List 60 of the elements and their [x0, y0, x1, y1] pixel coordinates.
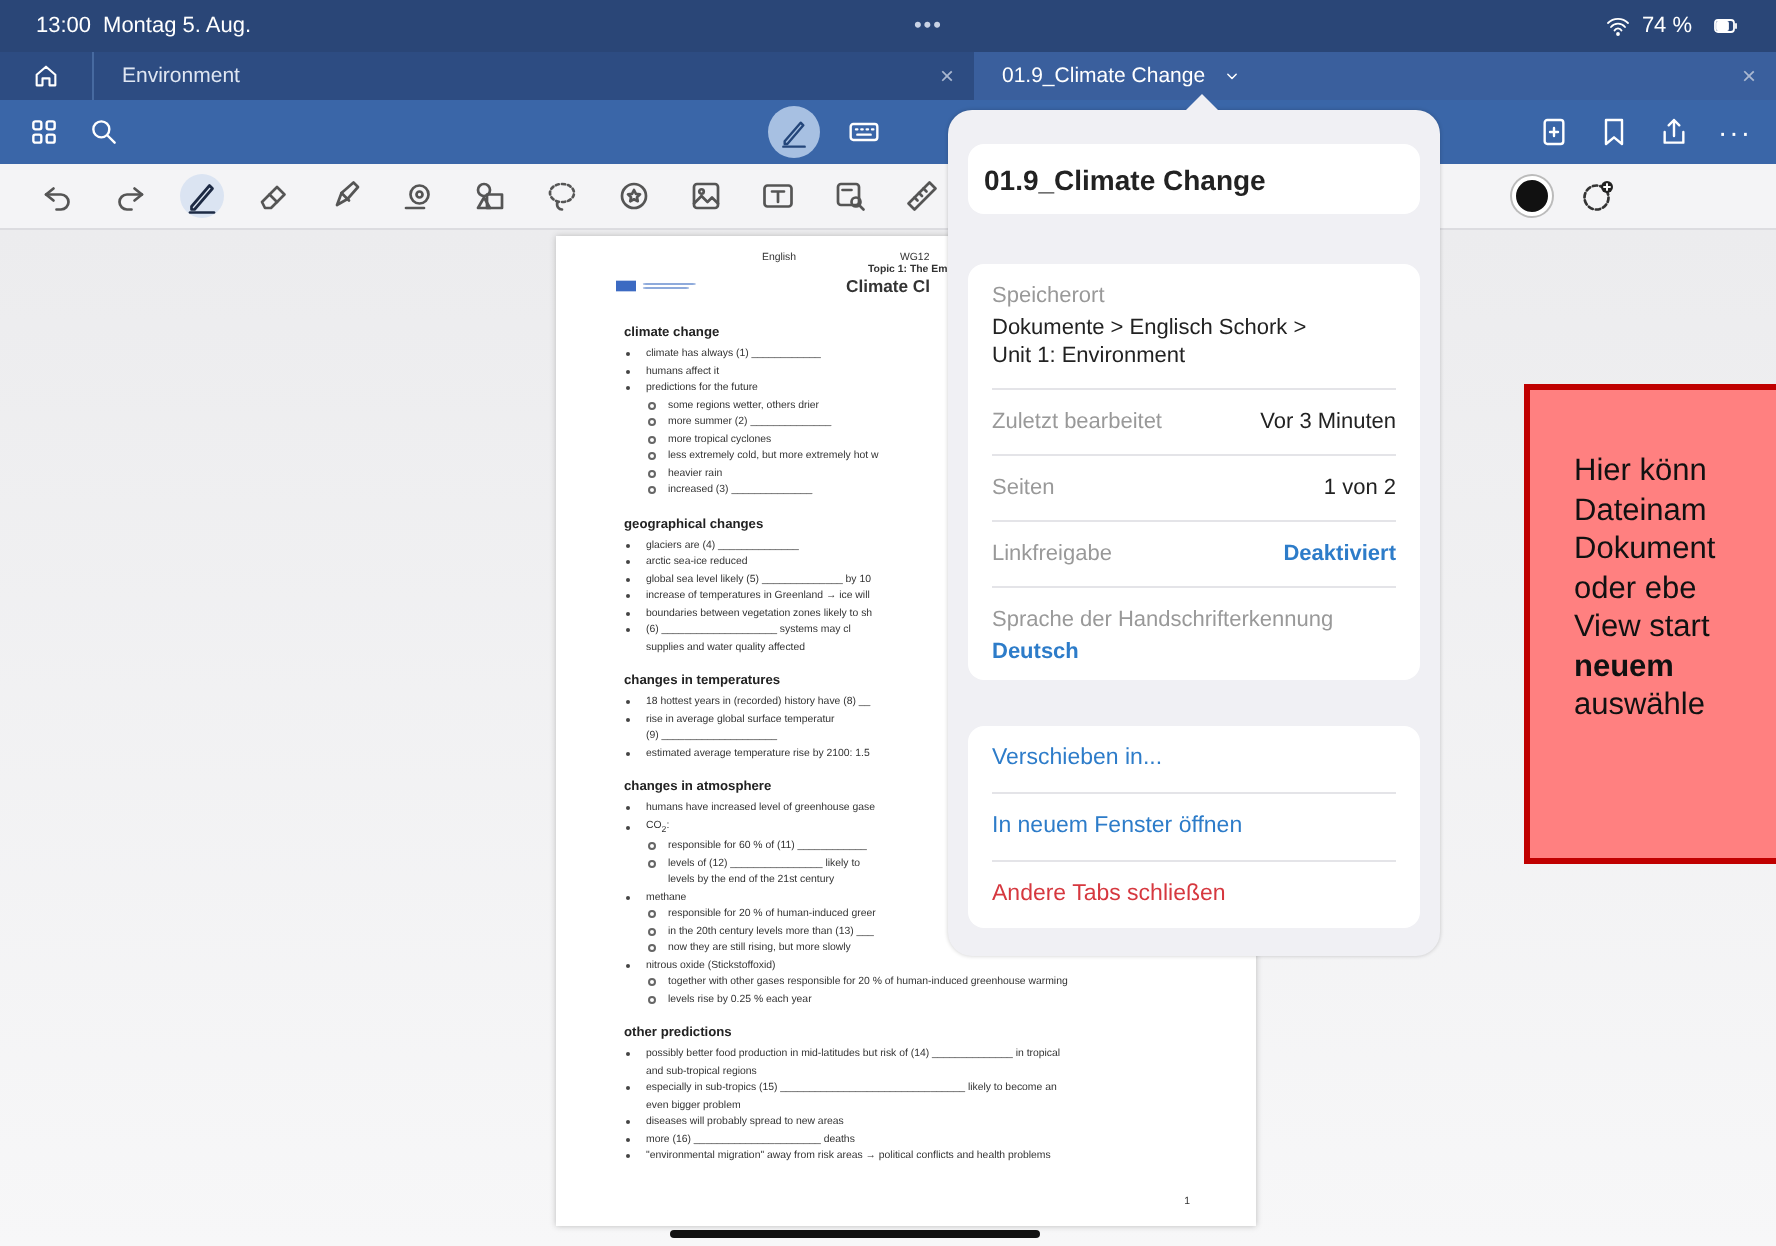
pen-icon[interactable] — [184, 178, 220, 214]
menu-action[interactable]: Andere Tabs schließen — [992, 861, 1396, 928]
circle-bullet-icon — [648, 418, 656, 427]
multitask-dots: ••• — [913, 14, 944, 38]
circle-bullet-icon — [648, 995, 656, 1004]
field-value: 1 von 2 — [1323, 475, 1396, 500]
text-box-icon[interactable] — [760, 178, 796, 214]
pen-color-swatch[interactable] — [1512, 176, 1552, 216]
field-label: Linkfreigabe — [992, 541, 1112, 566]
shapes-icon[interactable] — [472, 178, 508, 214]
ruler-icon[interactable] — [904, 178, 940, 214]
school-logo-icon — [616, 278, 696, 294]
tape-icon[interactable] — [400, 178, 436, 214]
tab-close-button[interactable]: × — [939, 62, 954, 90]
location-path: Dokumente > Englisch Schork > Unit 1: Environment — [992, 314, 1309, 372]
field-value[interactable]: Deaktiviert — [1283, 541, 1396, 566]
picture-magnifier-icon[interactable] — [832, 178, 868, 214]
lasso-icon[interactable] — [544, 178, 580, 214]
field-label: Speicherort — [992, 284, 1107, 308]
tab-label: Environment — [122, 64, 242, 88]
file-name-field[interactable]: 01.9_Climate Change — [968, 144, 1420, 214]
tab-close-button[interactable]: × — [1741, 62, 1756, 90]
circle-bullet-icon — [648, 910, 656, 919]
document-title: Climate Cl — [846, 276, 931, 296]
circle-bullet-icon — [648, 927, 656, 936]
document-tab[interactable]: 01.9_Climate Change × — [974, 52, 1776, 100]
wifi-icon — [1605, 14, 1630, 38]
home-icon[interactable] — [32, 62, 60, 90]
circle-bullet-icon — [648, 435, 656, 444]
more-button[interactable]: ··· — [1718, 116, 1752, 148]
circle-bullet-icon — [648, 944, 656, 953]
grid-icon[interactable] — [28, 116, 60, 148]
star-sticker-icon[interactable] — [616, 178, 652, 214]
search-icon[interactable] — [88, 116, 120, 148]
circle-bullet-icon — [648, 978, 656, 987]
circle-bullet-icon — [648, 469, 656, 478]
circle-bullet-icon — [648, 486, 656, 495]
field-value: Vor 3 Minuten — [1260, 409, 1396, 434]
field-label: Sprache der Handschrifterkennung — [992, 607, 1336, 632]
add-color-icon[interactable] — [1580, 178, 1616, 214]
circle-bullet-icon — [648, 401, 656, 410]
pen-icon — [778, 116, 810, 148]
battery-percentage: 74 % — [1641, 14, 1693, 38]
status-date: Montag 5. Aug. — [103, 14, 252, 38]
circle-bullet-icon — [648, 859, 656, 868]
image-icon[interactable] — [688, 178, 724, 214]
status-time: 13:00 — [36, 14, 92, 38]
circle-bullet-icon — [648, 842, 656, 851]
document-tab[interactable]: Environment × — [94, 52, 974, 100]
pen-mode-button[interactable] — [768, 106, 820, 158]
field-label: Seiten — [992, 475, 1055, 500]
menu-action[interactable]: In neuem Fenster öffnen — [992, 793, 1396, 862]
language-link[interactable]: Deutsch — [992, 639, 1396, 664]
field-label: Zuletzt bearbeitet — [992, 409, 1162, 434]
menu-action[interactable]: Verschieben in... — [992, 725, 1396, 794]
add-page-icon[interactable] — [1538, 116, 1570, 148]
circle-bullet-icon — [648, 452, 656, 461]
share-icon[interactable] — [1658, 116, 1690, 148]
callout-text: Hier könn Dateinam Dokument oder ebe View start neuem auswähle — [1574, 452, 1718, 725]
tab-label: 01.9_Climate Change — [1002, 64, 1206, 88]
